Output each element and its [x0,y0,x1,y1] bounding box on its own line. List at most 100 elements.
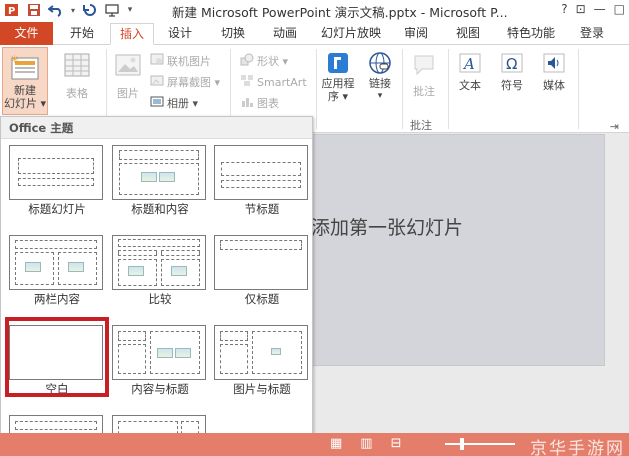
tab-insert[interactable]: 插入 [110,23,154,45]
tab-animations[interactable]: 动画 [262,23,308,45]
omega-icon: Ω [500,51,524,75]
shapes-label: 形状 ▾ [257,55,289,68]
images-button[interactable]: 图片 [110,53,146,101]
ribbon-separator [316,49,317,129]
tab-transitions[interactable]: 切换 [210,23,256,45]
layout-blank[interactable]: 空白 [9,325,105,397]
smartart-label: SmartArt [257,75,307,89]
redo-icon[interactable] [82,2,98,18]
layout-label: 内容与标题 [131,382,189,396]
collapse-ribbon-icon[interactable]: ⇥ [610,120,619,133]
tab-file[interactable]: 文件 [0,22,53,45]
undo-icon[interactable] [48,2,64,18]
text-label: 文本 [459,79,481,92]
minimize-button[interactable]: — [594,2,606,16]
undo-dropdown-icon[interactable]: ▾ [70,2,76,18]
view-buttons: ▦ ▥ ⊟ [330,436,402,451]
shapes-button[interactable]: 形状 ▾ [240,53,288,69]
tab-view[interactable]: 视图 [446,23,490,45]
powerpoint-logo-icon: P [4,2,20,18]
ribbon-display-button[interactable]: ⊡ [576,2,586,16]
layout-comparison[interactable]: 比较 [112,235,208,307]
screenshot-button[interactable]: 屏幕截图 ▾ [150,74,220,90]
album-button[interactable]: 相册 ▾ [150,95,198,111]
zoom-slider[interactable] [445,443,515,445]
online-pictures-label: 联机图片 [167,55,211,68]
layout-label: 标题和内容 [131,202,189,216]
smartart-button[interactable]: SmartArt [240,74,307,90]
layout-picture-with-caption[interactable]: 图片与标题 [214,325,310,397]
layout-title-only[interactable]: 仅标题 [214,235,310,307]
save-icon[interactable] [26,2,42,18]
comment-icon [412,53,436,77]
album-label: 相册 ▾ [167,97,199,110]
zoom-slider-handle[interactable] [460,438,464,450]
comment-label: 批注 [413,85,435,98]
text-button[interactable]: A 文本 [452,51,488,93]
ribbon-separator [402,49,403,129]
status-bar: ▦ ▥ ⊟ 京华手游网 [0,433,629,456]
svg-text:P: P [8,6,15,17]
layout-label: 仅标题 [244,292,280,306]
layout-thumbnail [9,325,103,380]
layout-label: 标题幻灯片 [28,202,86,216]
picture-icon [115,53,141,77]
apps-label-2: 序 ▾ [327,90,349,103]
layout-two-content[interactable]: 两栏内容 [9,235,105,307]
layout-thumbnail [214,235,308,290]
customize-qat-icon[interactable]: ▾ [126,2,134,18]
help-button[interactable]: ? [561,2,567,16]
title-bar: P ▾ ▾ 新建 Microsoft PowerPoint 演示文稿.pptx … [0,0,629,20]
maximize-button[interactable]: □ [614,2,625,16]
normal-view-icon[interactable]: ▦ [330,436,342,451]
layout-thumbnail [112,235,206,290]
layout-thumbnail [112,145,206,200]
symbols-label: 符号 [501,79,523,92]
chart-icon [240,95,254,111]
sign-in-link[interactable]: 登录 [572,23,612,45]
tab-slideshow[interactable]: 幻灯片放映 [315,23,387,45]
apps-button[interactable]: 应用程 序 ▾ [319,51,357,103]
link-icon [368,51,392,75]
layout-label: 空白 [45,382,69,396]
comments-group-label: 批注 [410,119,432,132]
tab-special-features[interactable]: 特色功能 [498,23,564,45]
new-slide-label-2: 幻灯片 ▾ [3,97,47,110]
layout-title-and-content[interactable]: 标题和内容 [112,145,208,217]
online-pictures-button[interactable]: 联机图片 [150,53,211,69]
slideshow-view-icon[interactable]: ⊟ [391,436,402,451]
new-slide-button[interactable]: ✳ 新建 幻灯片 ▾ [2,47,48,115]
tab-review[interactable]: 审阅 [394,23,438,45]
layout-label: 比较 [148,292,172,306]
layout-thumbnail [9,235,103,290]
ribbon-separator [448,49,449,129]
images-label: 图片 [117,87,139,100]
new-slide-layout-gallery: Office 主题 标题幻灯片 标题和内容 节标题 两栏内容 比较 仅标题 空白… [0,116,313,456]
table-button[interactable]: 表格 [56,53,98,101]
layout-content-with-caption[interactable]: 内容与标题 [112,325,208,397]
table-icon [64,53,90,77]
add-first-slide-hint: 添加第一张幻灯片 [311,217,464,239]
comment-button[interactable]: 批注 [406,53,442,99]
watermark-logo: 京华手游网 [530,439,625,456]
reading-view-icon[interactable]: ▥ [360,436,372,451]
links-arrow: ▾ [377,91,383,101]
symbols-button[interactable]: Ω 符号 [494,51,530,93]
apps-label: 应用程 [321,77,355,90]
media-button[interactable]: 媒体 [536,51,572,93]
new-slide-label: 新建 [14,84,36,97]
present-icon[interactable] [104,2,120,18]
layout-section-header[interactable]: 节标题 [214,145,310,217]
layout-thumbnail [214,145,308,200]
layout-title-slide[interactable]: 标题幻灯片 [9,145,105,217]
online-pictures-icon [150,53,164,69]
tab-design[interactable]: 设计 [158,23,202,45]
media-label: 媒体 [543,79,565,92]
chart-button[interactable]: 图表 [240,95,279,111]
ribbon-tabs: 文件 开始 插入 设计 切换 动画 幻灯片放映 审阅 视图 特色功能 登录 [0,20,629,45]
links-button[interactable]: 链接 ▾ [362,51,398,103]
text-icon: A [458,51,482,75]
tab-home[interactable]: 开始 [58,23,106,45]
layout-thumbnail [9,145,103,200]
shapes-icon [240,53,254,69]
